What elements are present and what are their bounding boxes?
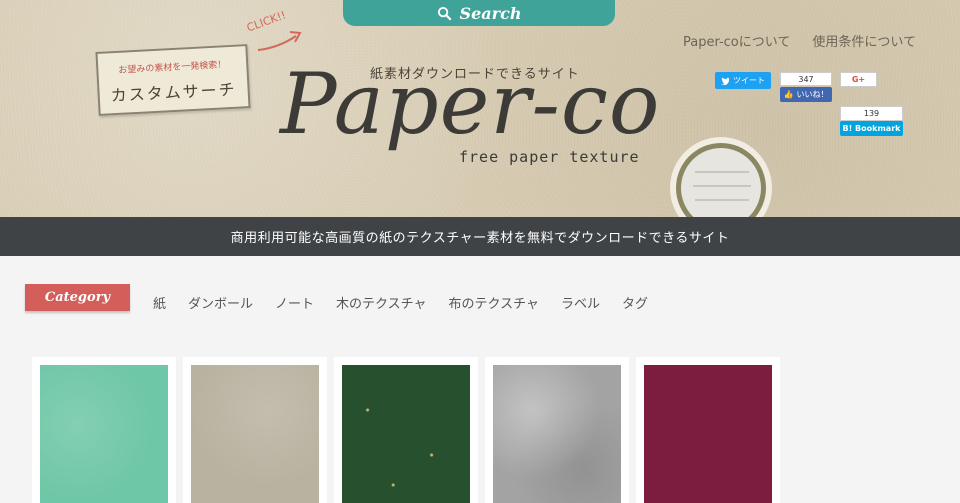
paper-swatch-image [342, 365, 470, 503]
category-label: Category [25, 284, 130, 311]
paper-swatch-image [40, 365, 168, 503]
category-nav: 紙 ダンボール ノート 木のテクスチャ 布のテクスチャ ラベル タグ [153, 293, 648, 312]
arrow-icon [257, 31, 302, 51]
paper-tile[interactable] [183, 357, 327, 503]
paper-swatch-image [191, 365, 319, 503]
paper-swatch-image [644, 365, 772, 503]
label-badge-icon [670, 137, 772, 217]
paper-tile[interactable] [334, 357, 478, 503]
category-item-paper[interactable]: 紙 [153, 293, 166, 312]
twitter-icon [721, 77, 730, 85]
custom-search-card[interactable]: お望みの素材を一発検索！ カスタムサーチ [95, 44, 251, 116]
category-item-wood-texture[interactable]: 木のテクスチャ [336, 293, 426, 312]
site-header: Search Paper-coについて 使用条件について お望みの素材を一発検索… [0, 0, 960, 217]
paper-tile[interactable] [485, 357, 629, 503]
custom-search-caption: お望みの素材を一発検索！ [118, 60, 227, 76]
paper-tile[interactable] [32, 357, 176, 503]
hatena-bookmark-button[interactable]: B! Bookmark [840, 121, 903, 136]
search-icon [437, 6, 451, 20]
nav-about-link[interactable]: Paper-coについて [683, 31, 790, 50]
logo-subtitle: free paper texture [459, 148, 640, 166]
facebook-like-label: いいね！ [796, 90, 829, 99]
nav-terms-link[interactable]: 使用条件について [812, 31, 916, 50]
paper-tile[interactable] [636, 357, 780, 503]
category-item-tag[interactable]: タグ [622, 293, 648, 312]
custom-search-title: カスタムサーチ [110, 79, 238, 106]
facebook-like-button[interactable]: 👍 いいね！ [780, 87, 832, 102]
site-description-banner: 商用利用可能な高画質の紙のテクスチャー素材を無料でダウンロードできるサイト [0, 217, 960, 256]
category-item-cardboard[interactable]: ダンボール [188, 293, 253, 312]
tweet-label: ツイート [733, 76, 765, 85]
top-nav: Paper-coについて 使用条件について [683, 31, 916, 50]
tweet-button[interactable]: ツイート [715, 72, 771, 89]
site-logo[interactable]: Paper-co [280, 62, 660, 146]
thumbs-up-icon: 👍 [783, 90, 794, 99]
category-item-notebook[interactable]: ノート [275, 293, 314, 312]
facebook-like-count: 347 [780, 72, 832, 86]
hatena-bookmark-count: 139 [840, 106, 903, 121]
google-plus-button[interactable]: G+ [840, 72, 877, 87]
category-item-label[interactable]: ラベル [561, 293, 600, 312]
search-label: Search [459, 3, 522, 23]
category-item-cloth-texture[interactable]: 布のテクスチャ [449, 293, 539, 312]
paper-swatch-image [493, 365, 621, 503]
search-button[interactable]: Search [343, 0, 615, 26]
